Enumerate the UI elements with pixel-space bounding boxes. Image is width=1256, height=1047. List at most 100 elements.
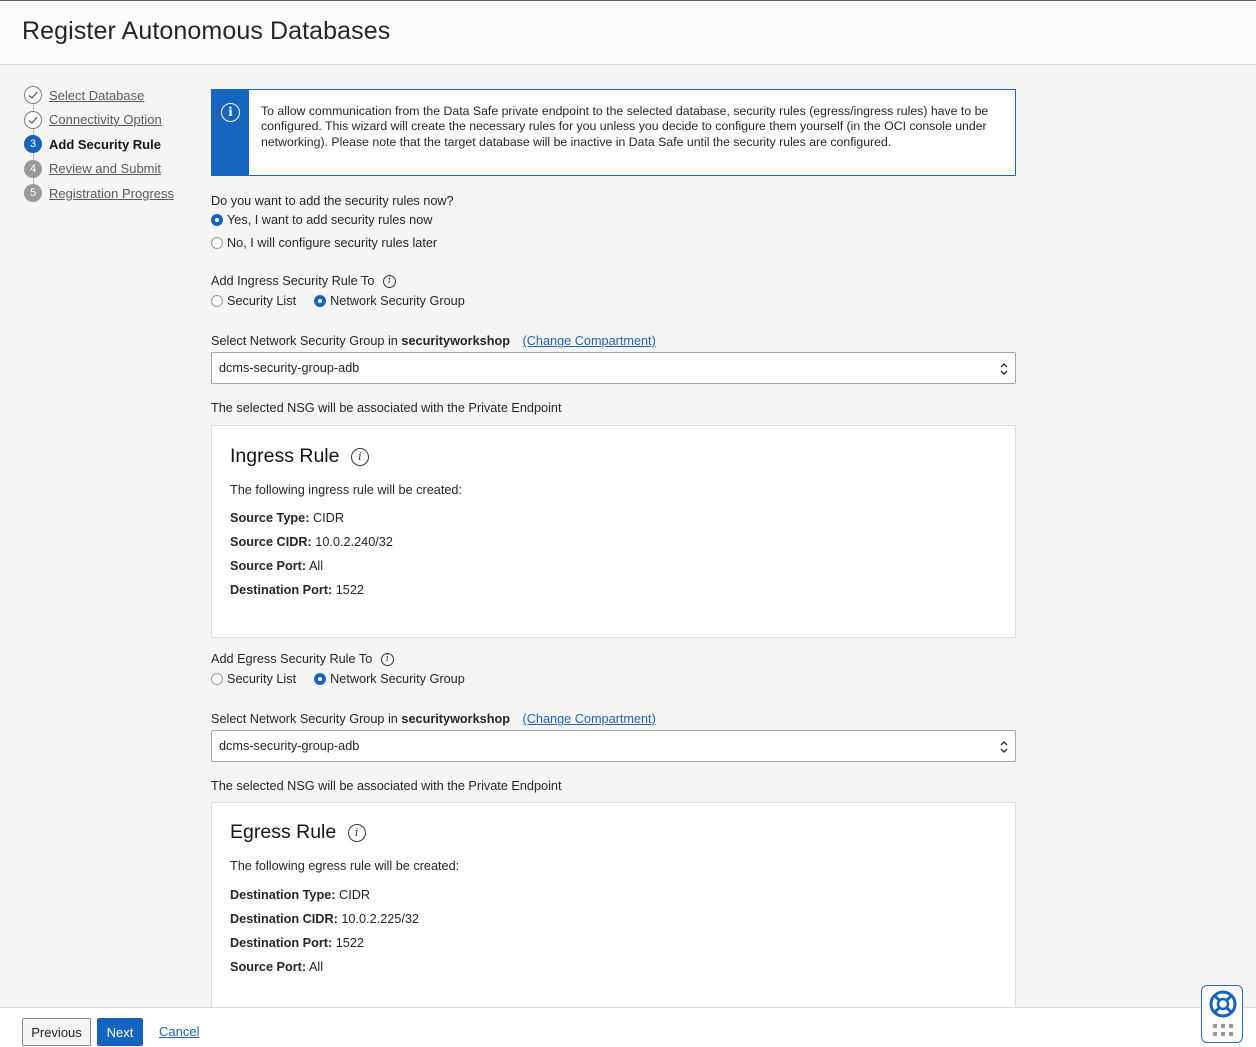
next-button[interactable]: Next (97, 1018, 143, 1046)
row-value: 1522 (332, 583, 364, 597)
ingress-row: Source Port: All (230, 559, 323, 573)
step-add-security-rule: 3 Add Security Rule (24, 132, 194, 157)
page-header: Register Autonomous Databases (0, 0, 1256, 65)
cancel-link[interactable]: Cancel (159, 1024, 199, 1039)
sort-arrows-icon (1000, 363, 1008, 375)
row-key: Destination Port: (230, 583, 333, 597)
egress-nsg-label: Select Network Security Group in securit… (211, 712, 656, 726)
step-label[interactable]: Connectivity Option (49, 112, 162, 127)
egress-rule-card: Egress Rule i The following egress rule … (211, 802, 1016, 1022)
info-bar: i (212, 90, 249, 175)
row-key: Destination CIDR: (230, 912, 338, 926)
radio-label: Yes, I want to add security rules now (227, 213, 433, 227)
label-text: Select Network Security Group in (211, 334, 398, 348)
egress-nsg-select[interactable]: dcms-security-group-adb (211, 730, 1016, 762)
check-icon (24, 86, 42, 105)
step-review-and-submit[interactable]: 4 Review and Submit (24, 157, 194, 182)
row-key: Source Port: (230, 960, 307, 974)
previous-button[interactable]: Previous (22, 1018, 91, 1046)
egress-row: Source Port: All (230, 960, 323, 974)
row-key: Source Port: (230, 559, 307, 573)
row-value: All (306, 960, 324, 974)
ingress-rule-card: Ingress Rule i The following ingress rul… (211, 425, 1016, 638)
ingress-intro: The following ingress rule will be creat… (230, 483, 463, 497)
info-icon[interactable]: i (350, 447, 369, 466)
title-text: Egress Rule (230, 821, 337, 843)
select-value: dcms-security-group-adb (219, 739, 360, 753)
add-now-question: Do you want to add the security rules no… (211, 194, 454, 208)
row-key: Source Type: (230, 511, 310, 525)
wizard-steps: Select Database Connectivity Option 3 Ad… (24, 83, 194, 206)
ingress-radio-group: Security List Network Security Group (211, 294, 465, 308)
radio-label: Network Security Group (330, 294, 465, 308)
ingress-add-to-label: Add Ingress Security Rule To i (211, 274, 396, 289)
step-number: 3 (24, 135, 42, 154)
info-icon: i (221, 103, 240, 122)
step-connectivity-option[interactable]: Connectivity Option (24, 108, 194, 133)
lifebuoy-icon (1209, 990, 1237, 1036)
ingress-nsg-label: Select Network Security Group in securit… (211, 334, 656, 348)
help-widget[interactable] (1201, 985, 1243, 1043)
row-key: Destination Port: (230, 936, 333, 950)
egress-nsg-note: The selected NSG will be associated with… (211, 779, 562, 793)
radio-button[interactable] (211, 237, 223, 249)
step-number: 5 (24, 184, 42, 203)
row-value: 10.0.2.240/32 (311, 535, 393, 549)
title-text: Ingress Rule (230, 445, 340, 467)
change-compartment-link[interactable]: (Change Compartment) (523, 712, 656, 726)
egress-radio-group: Security List Network Security Group (211, 672, 465, 686)
step-number: 4 (24, 159, 42, 178)
radio-egress-security-list[interactable] (211, 673, 223, 685)
info-text: To allow communication from the Data Saf… (261, 104, 989, 149)
radio-add-now-yes[interactable]: Yes, I want to add security rules now (211, 213, 432, 227)
row-value: 10.0.2.225/32 (337, 912, 419, 926)
egress-rule-title: Egress Rule i (230, 821, 366, 844)
step-select-database[interactable]: Select Database (24, 83, 194, 108)
step-label: Add Security Rule (49, 136, 161, 152)
radio-label: No, I will configure security rules late… (227, 236, 438, 250)
compartment-name: securityworkshop (401, 712, 510, 726)
step-registration-progress[interactable]: 5 Registration Progress (24, 181, 194, 206)
egress-row: Destination Port: 1522 (230, 936, 364, 950)
row-value: 1522 (332, 936, 364, 950)
info-icon[interactable]: i (347, 823, 366, 842)
sort-arrows-icon (1000, 741, 1008, 753)
radio-label: Security List (227, 672, 297, 686)
wizard-footer: Previous Next Cancel (0, 1007, 1256, 1047)
radio-label: Security List (227, 294, 297, 308)
radio-ingress-security-list[interactable] (211, 295, 223, 307)
change-compartment-link[interactable]: (Change Compartment) (523, 334, 656, 348)
radio-button[interactable] (211, 214, 223, 226)
egress-add-to-label: Add Egress Security Rule To i (211, 652, 394, 667)
step-label[interactable]: Review and Submit (49, 161, 161, 176)
info-icon[interactable]: i (382, 275, 396, 289)
radio-egress-nsg[interactable] (314, 673, 327, 685)
info-message: i To allow communication from the Data S… (211, 89, 1016, 176)
label-text: Add Ingress Security Rule To (211, 274, 375, 288)
ingress-row: Source Type: CIDR (230, 511, 344, 525)
label-text: Select Network Security Group in (211, 712, 398, 726)
row-value: All (306, 559, 324, 573)
egress-intro: The following egress rule will be create… (230, 859, 460, 873)
compartment-name: securityworkshop (401, 334, 510, 348)
label-text: Add Egress Security Rule To (211, 652, 373, 666)
check-icon (24, 110, 42, 129)
radio-label: Network Security Group (330, 672, 465, 686)
row-value: CIDR (335, 888, 371, 902)
ingress-rule-title: Ingress Rule i (230, 445, 369, 468)
main-form: i To allow communication from the Data S… (211, 89, 1016, 1022)
select-value: dcms-security-group-adb (219, 361, 360, 375)
ingress-row: Source CIDR: 10.0.2.240/32 (230, 535, 393, 549)
step-label[interactable]: Select Database (49, 88, 144, 103)
ingress-nsg-note: The selected NSG will be associated with… (211, 401, 562, 415)
ingress-nsg-select[interactable]: dcms-security-group-adb (211, 352, 1016, 384)
egress-row: Destination Type: CIDR (230, 888, 370, 902)
info-icon[interactable]: i (380, 653, 394, 667)
row-key: Source CIDR: (230, 535, 312, 549)
row-key: Destination Type: (230, 888, 336, 902)
radio-add-now-no[interactable]: No, I will configure security rules late… (211, 236, 437, 250)
radio-ingress-nsg[interactable] (314, 295, 327, 307)
step-label[interactable]: Registration Progress (49, 186, 174, 201)
row-value: CIDR (309, 511, 344, 525)
ingress-row: Destination Port: 1522 (230, 583, 364, 597)
